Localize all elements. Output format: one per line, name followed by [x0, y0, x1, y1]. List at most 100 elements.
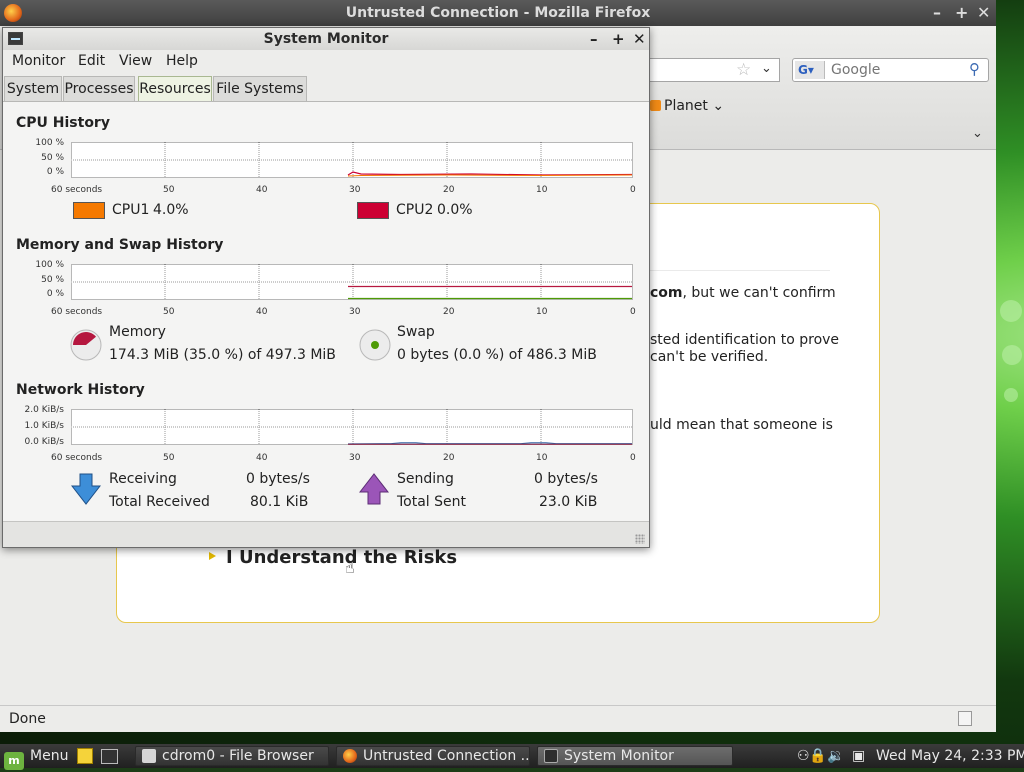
url-bar[interactable]: ☆ ⌄ [650, 58, 780, 82]
memory-x-label: 20 [443, 307, 455, 317]
cpu1-value: 4.0% [153, 202, 189, 218]
tab-processes[interactable]: Processes [63, 76, 135, 102]
tray-network-icon[interactable]: ▣ [852, 744, 865, 768]
divider [650, 270, 830, 271]
receiving-arrow-icon[interactable] [71, 473, 101, 505]
network-x-label: 60 seconds [51, 453, 103, 463]
task-label: System Monitor [564, 748, 674, 764]
bookmark-star-icon[interactable]: ☆ [736, 60, 751, 80]
tray-user-icon[interactable]: ⚇ [797, 744, 810, 768]
memory-x-label: 50 [163, 307, 175, 317]
menu-button[interactable]: m Menu [4, 744, 69, 770]
memory-y-label: 100 % [35, 260, 64, 270]
firefox-titlebar[interactable]: Untrusted Connection - Mozilla Firefox –… [0, 0, 996, 26]
search-bar[interactable]: G▾ ⚲ [792, 58, 989, 82]
menu-monitor[interactable]: Monitor [12, 53, 65, 69]
memory-history-graph [71, 264, 633, 300]
bookmark-planet[interactable]: Planet ⌄ [650, 96, 724, 116]
total-sent-label: Total Sent [397, 494, 467, 510]
cpu-history-title: CPU History [16, 115, 110, 131]
understand-risks-link[interactable]: I Understand the Risks [226, 547, 457, 568]
hand-pointer-icon: ☝ [345, 558, 355, 577]
menu-help[interactable]: Help [166, 53, 198, 69]
swap-pie-icon[interactable] [358, 328, 392, 362]
memory-y-label: 50 % [41, 275, 64, 285]
search-input[interactable] [831, 61, 963, 79]
receiving-value: 0 bytes/s [246, 471, 310, 487]
cpu-y-label: 50 % [41, 153, 64, 163]
close-icon[interactable]: ✕ [977, 0, 990, 26]
menu-label: Menu [30, 748, 69, 764]
desktop-decoration [1002, 345, 1022, 365]
cpu1-color-button[interactable] [73, 202, 105, 219]
network-x-label: 30 [349, 453, 361, 463]
system-monitor-titlebar[interactable]: System Monitor – + ✕ [3, 28, 649, 50]
terminal-launcher-icon[interactable] [101, 744, 118, 768]
cpu2-value: 0.0% [437, 202, 473, 218]
memory-pie-icon[interactable] [69, 328, 103, 362]
maximize-icon[interactable]: + [612, 28, 625, 50]
tray-volume-icon[interactable]: 🔉 [827, 744, 844, 768]
search-icon[interactable]: ⚲ [969, 60, 980, 78]
chevron-down-icon[interactable]: ⌄ [761, 61, 772, 76]
sending-arrow-icon[interactable] [359, 473, 389, 505]
sending-label: Sending [397, 471, 454, 487]
minimize-icon[interactable]: – [590, 28, 598, 50]
menu-view[interactable]: View [119, 53, 152, 69]
network-x-label: 50 [163, 453, 175, 463]
memory-x-label: 30 [349, 307, 361, 317]
cpu-history-graph [71, 142, 633, 178]
resources-panel: CPU History 100 % 50 % 0 % 60 seconds 50… [3, 101, 649, 521]
network-y-label: 2.0 KiB/s [24, 405, 64, 415]
cpu2-color-button[interactable] [357, 202, 389, 219]
bookmark-label: Planet [664, 98, 708, 114]
tab-system[interactable]: System [4, 76, 62, 102]
memory-x-label: 40 [256, 307, 268, 317]
tray-updates-icon[interactable]: 🔒 [809, 744, 826, 768]
clock[interactable]: Wed May 24, 2:33 PM [876, 744, 1024, 768]
desktop-decoration [1000, 300, 1022, 322]
task-file-browser[interactable]: cdrom0 - File Browser [135, 746, 329, 766]
swap-label: Swap [397, 324, 435, 340]
cpu-x-label: 10 [536, 185, 548, 195]
status-text: Done [9, 711, 46, 727]
swap-value: 0 bytes (0.0 %) of 486.3 MiB [397, 347, 597, 363]
tab-resources[interactable]: Resources [138, 76, 212, 102]
cpu-x-label: 50 [163, 185, 175, 195]
memory-y-label: 0 % [46, 289, 64, 299]
firefox-statusbar: Done [0, 705, 996, 732]
tab-bar: System Processes Resources File Systems [3, 76, 649, 102]
network-y-label: 0.0 KiB/s [24, 437, 64, 447]
resize-grip-icon[interactable] [635, 534, 645, 544]
tab-list-chevron-icon[interactable]: ⌄ [972, 126, 983, 141]
google-engine-icon[interactable]: G▾ [795, 61, 825, 79]
cpu-y-label: 0 % [46, 167, 64, 177]
error-text-line: com, but we can't confirm [650, 285, 836, 301]
cpu-x-label: 30 [349, 185, 361, 195]
sending-value: 0 bytes/s [534, 471, 598, 487]
minimize-icon[interactable]: – [933, 0, 941, 26]
resize-grip-icon[interactable] [958, 711, 972, 726]
task-label: Untrusted Connection ... [363, 748, 530, 764]
menu-edit[interactable]: Edit [78, 53, 105, 69]
task-label: cdrom0 - File Browser [162, 748, 314, 764]
task-firefox[interactable]: Untrusted Connection ... [336, 746, 530, 766]
maximize-icon[interactable]: + [955, 0, 968, 26]
memory-x-label: 0 [630, 307, 636, 317]
error-text-line: can't be verified. [650, 349, 769, 365]
task-system-monitor[interactable]: System Monitor [537, 746, 733, 766]
total-received-value: 80.1 KiB [250, 494, 309, 510]
expand-arrow-icon[interactable] [209, 552, 216, 560]
text-editor-launcher-icon[interactable] [77, 744, 93, 768]
receiving-label: Receiving [109, 471, 177, 487]
system-monitor-statusbar [3, 521, 649, 547]
tab-file-systems[interactable]: File Systems [213, 76, 307, 102]
memory-value: 174.3 MiB (35.0 %) of 497.3 MiB [109, 347, 336, 363]
network-x-label: 20 [443, 453, 455, 463]
close-icon[interactable]: ✕ [633, 28, 646, 50]
system-monitor-title: System Monitor [263, 31, 389, 47]
desktop-decoration [1004, 388, 1018, 402]
cpu-x-label: 20 [443, 185, 455, 195]
chevron-down-icon: ⌄ [707, 98, 725, 114]
memory-history-title: Memory and Swap History [16, 237, 224, 253]
